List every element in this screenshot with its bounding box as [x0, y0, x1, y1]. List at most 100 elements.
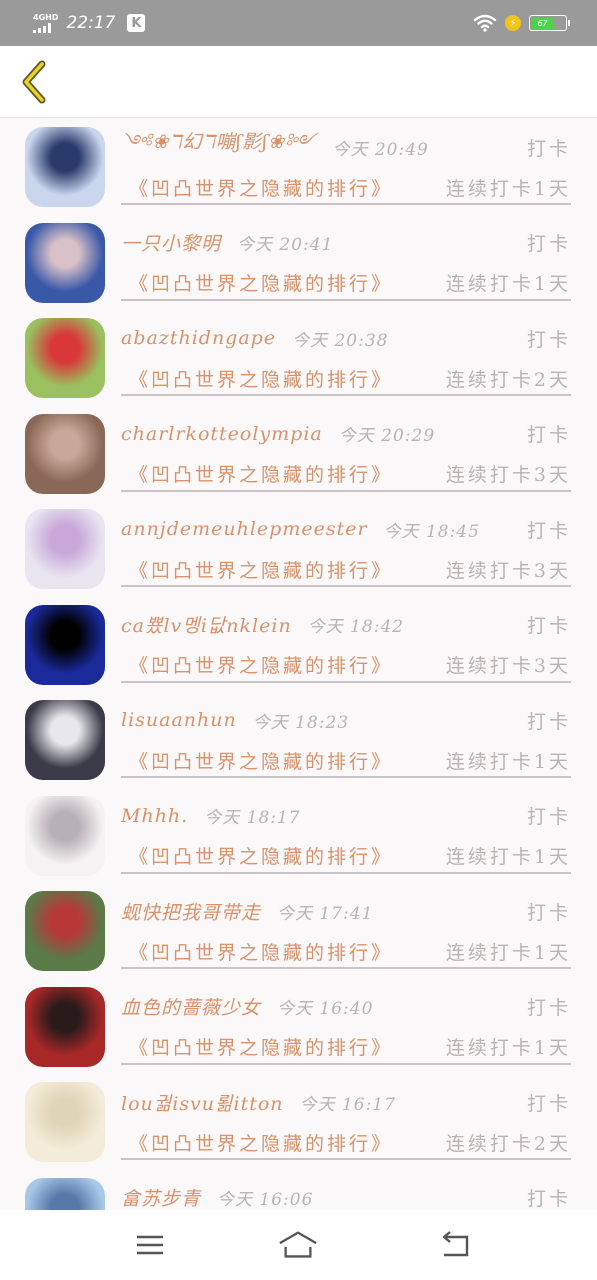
checkin-label: 打卡 — [526, 1188, 571, 1210]
user-name[interactable]: lisuaanhun — [121, 709, 237, 731]
avatar[interactable] — [25, 509, 105, 589]
entry-time: 今天 20:38 — [292, 330, 389, 351]
user-name[interactable]: annjdemeuhlepmeester — [121, 518, 368, 540]
checkin-list[interactable]: ༺❀ℸ幻ℸ嘣ʃ影ʃ❀༻ 今天 20:49 打卡 《凹凸世界之隐藏的排行》 连续打卡1天一… — [0, 119, 597, 1210]
entry-time: 今天 20:29 — [338, 426, 436, 446]
entry-time: 今天 16:06 — [217, 1190, 314, 1210]
work-title-link[interactable]: 《凹凸世界之隐藏的排行》 — [121, 1129, 393, 1156]
avatar[interactable] — [25, 318, 105, 398]
list-item[interactable]: ca뿄lv멩i닶nklein 今天 18:42 打卡 《凹凸世界之隐藏的排行》 连续打卡… — [0, 597, 597, 693]
status-bar: 4GHD 22:17 K ⚡ 67 — [0, 0, 597, 46]
work-title-link[interactable]: 《凹凸世界之隐藏的排行》 — [121, 938, 393, 965]
work-title-link[interactable]: 《凹凸世界之隐藏的排行》 — [121, 460, 393, 487]
avatar[interactable] — [25, 986, 105, 1067]
battery-level: 67 — [531, 17, 554, 29]
entry-time: 今天 17:41 — [277, 903, 374, 924]
list-item[interactable]: 一只小黎明 今天 20:41 打卡 《凹凸世界之隐藏的排行》 连续打卡1天 — [0, 215, 597, 311]
streak-label: 连续打卡2天 — [445, 1132, 571, 1155]
work-title-link[interactable]: 《凹凸世界之隐藏的排行》 — [121, 1033, 393, 1060]
list-item[interactable]: lou궒isvu뢺itton 今天 16:17 打卡《凹凸世界之隐藏的排行》 连续打卡… — [0, 1074, 597, 1170]
work-title-link[interactable]: 《凹凸世界之隐藏的排行》 — [121, 747, 393, 774]
user-name[interactable]: 血色的蔷薇少女 — [121, 993, 261, 1020]
user-name[interactable]: Mhhh. — [121, 805, 188, 827]
checkin-label: 打卡 — [526, 901, 571, 924]
user-name[interactable]: 一只小黎明 — [121, 229, 221, 256]
entry-time: 今天 16:40 — [277, 999, 374, 1019]
entry-detail: 《凹凸世界之隐藏的排行》 连续打卡1天 — [121, 935, 571, 969]
entry-detail: 《凹凸世界之隐藏的排行》 连续打卡1天 — [121, 267, 571, 301]
user-name[interactable]: charlrkotteolympia — [121, 423, 323, 445]
list-item[interactable]: Mhhh. 今天 18:17 打卡 《凹凸世界之隐藏的排行》 连续打卡1天 — [0, 788, 597, 884]
checkin-label: 打卡 — [526, 424, 571, 446]
entry-time: 今天 16:17 — [299, 1094, 396, 1115]
avatar[interactable] — [25, 700, 105, 780]
checkin-label: 打卡 — [526, 328, 571, 351]
work-title-link[interactable]: 《凹凸世界之隐藏的排行》 — [121, 651, 393, 678]
avatar[interactable] — [25, 604, 105, 685]
user-name[interactable]: ༺❀ℸ幻ℸ嘣ʃ影ʃ❀༻ — [121, 120, 316, 174]
entry-detail: 《凹凸世界之隐藏的排行》 连续打卡2天 — [121, 1126, 571, 1160]
nav-menu-button[interactable] — [130, 1228, 170, 1262]
work-title-link[interactable]: 《凹凸世界之隐藏的排行》 — [121, 174, 393, 201]
list-item[interactable]: 蚬快把我哥带走 今天 17:41 打卡《凹凸世界之隐藏的排行》 连续打卡1天 — [0, 883, 597, 979]
streak-label: 连续打卡1天 — [445, 846, 571, 868]
user-name[interactable]: 蚬快把我哥带走 — [121, 898, 261, 925]
list-item[interactable]: 畣苏步青 今天 16:06 打卡 — [0, 1170, 597, 1210]
work-title-link[interactable]: 《凹凸世界之隐藏的排行》 — [121, 365, 393, 392]
user-name[interactable]: 畣苏步青 — [121, 1184, 201, 1210]
signal-icon — [33, 22, 51, 33]
entry-header: 血色的蔷薇少女 今天 16:40 打卡 — [121, 993, 571, 1021]
back-icon — [442, 1231, 469, 1257]
entry-header: 蚬快把我哥带走 今天 17:41 打卡 — [121, 897, 571, 925]
avatar[interactable] — [25, 222, 105, 303]
top-header — [0, 46, 597, 118]
user-name[interactable]: abazthidngape — [121, 327, 276, 349]
avatar[interactable] — [25, 891, 105, 971]
user-name[interactable]: ca뿄lv멩i닶nklein — [121, 611, 292, 638]
streak-label: 连续打卡2天 — [445, 368, 571, 391]
streak-label: 连续打卡1天 — [445, 750, 571, 773]
list-item[interactable]: abazthidngape 今天 20:38 打卡《凹凸世界之隐藏的排行》 连续打卡2… — [0, 310, 597, 406]
entry-time: 今天 18:42 — [307, 617, 405, 637]
entry-header: lou궒isvu뢺itton 今天 16:17 打卡 — [121, 1088, 571, 1116]
status-right: ⚡ 67 — [473, 14, 570, 32]
entry-time: 今天 18:45 — [383, 521, 480, 542]
streak-label: 连续打卡1天 — [445, 1037, 571, 1059]
avatar[interactable] — [25, 1177, 105, 1210]
checkin-label: 打卡 — [526, 233, 571, 255]
work-title-link[interactable]: 《凹凸世界之隐藏的排行》 — [121, 842, 393, 869]
avatar[interactable] — [25, 413, 105, 494]
system-nav-bar — [0, 1210, 597, 1280]
entry-detail: 《凹凸世界之隐藏的排行》 连续打卡1天 — [121, 1031, 571, 1065]
list-item[interactable]: 血色的蔷薇少女 今天 16:40 打卡 《凹凸世界之隐藏的排行》 连续打卡1天 — [0, 979, 597, 1075]
streak-label: 连续打卡3天 — [445, 464, 571, 486]
back-button[interactable] — [12, 60, 56, 104]
entry-header: lisuaanhun 今天 18:23 打卡 — [121, 706, 571, 734]
entry-detail: 《凹凸世界之隐藏的排行》 连续打卡3天 — [121, 553, 571, 587]
work-title-link[interactable]: 《凹凸世界之隐藏的排行》 — [121, 269, 393, 296]
list-item[interactable]: annjdemeuhlepmeester 今天 18:45 打卡 《凹凸世界之隐藏的排… — [0, 501, 597, 597]
avatar[interactable] — [25, 1082, 105, 1162]
entry-header: charlrkotteolympia 今天 20:29 打卡 — [121, 420, 571, 448]
list-item[interactable]: ༺❀ℸ幻ℸ嘣ʃ影ʃ❀༻ 今天 20:49 打卡 《凹凸世界之隐藏的排行》 连续打卡1天 — [0, 119, 597, 215]
charging-icon: ⚡ — [505, 15, 521, 31]
nav-back-button[interactable] — [434, 1228, 474, 1262]
avatar[interactable] — [25, 127, 105, 207]
work-title-link[interactable]: 《凹凸世界之隐藏的排行》 — [121, 556, 393, 583]
list-item[interactable]: charlrkotteolympia 今天 20:29 打卡《凹凸世界之隐藏的排行》… — [0, 406, 597, 502]
entry-detail: 《凹凸世界之隐藏的排行》 连续打卡1天 — [121, 840, 571, 874]
list-item[interactable]: lisuaanhun 今天 18:23 打卡 《凹凸世界之隐藏的排行》 连续打卡1天 — [0, 692, 597, 788]
nav-home-button[interactable] — [278, 1228, 318, 1262]
entry-detail: 《凹凸世界之隐藏的排行》 连续打卡3天 — [121, 649, 571, 683]
entry-header: ༺❀ℸ幻ℸ嘣ʃ影ʃ❀༻ 今天 20:49 打卡 — [121, 131, 571, 161]
streak-label: 连续打卡1天 — [445, 941, 571, 964]
checkin-label: 打卡 — [526, 1092, 571, 1115]
entry-time: 今天 20:49 — [332, 139, 429, 160]
avatar[interactable] — [25, 795, 105, 876]
entry-detail: 《凹凸世界之隐藏的排行》 连续打卡3天 — [121, 458, 571, 492]
entry-header: abazthidngape 今天 20:38 打卡 — [121, 324, 571, 352]
entry-time: 今天 18:23 — [252, 712, 350, 733]
entry-header: 畣苏步青 今天 16:06 打卡 — [121, 1184, 571, 1210]
user-name[interactable]: lou궒isvu뢺itton — [121, 1089, 284, 1116]
status-left: 4GHD 22:17 K — [33, 13, 146, 33]
